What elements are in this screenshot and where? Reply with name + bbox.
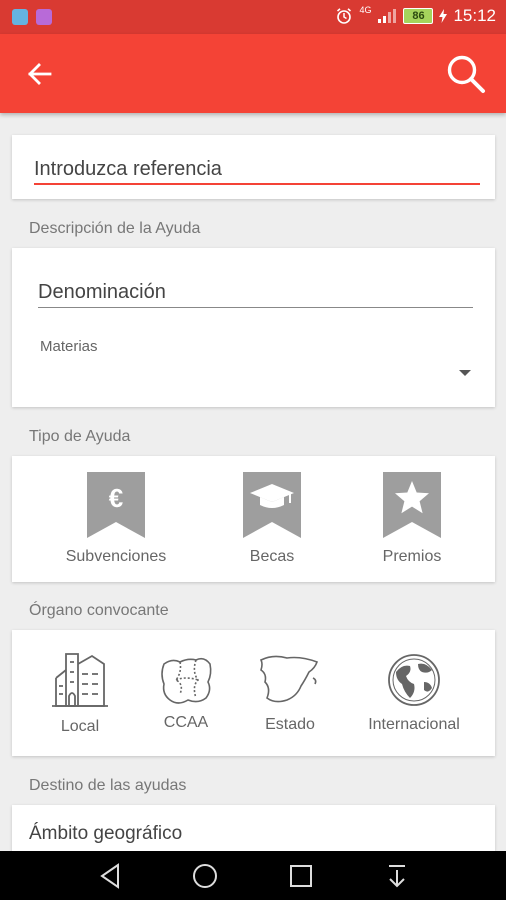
graduation-cap-bookmark-icon	[243, 472, 301, 538]
materias-label: Materias	[40, 338, 98, 355]
app-notification-icon	[12, 9, 28, 25]
materias-dropdown[interactable]	[38, 358, 473, 388]
dropdown-arrow-icon	[459, 370, 471, 376]
battery-icon: 86	[403, 8, 434, 24]
description-card: Materias	[12, 248, 495, 407]
ambito-geografico-label[interactable]: Ámbito geográfico	[29, 823, 182, 845]
regions-map-icon	[161, 657, 212, 704]
buildings-icon	[52, 653, 108, 707]
organo-option-local[interactable]: Local	[40, 650, 120, 736]
notification-icons	[12, 9, 52, 25]
denominacion-input[interactable]	[38, 278, 473, 308]
back-nav-icon[interactable]	[96, 861, 126, 891]
app-bar	[0, 34, 506, 113]
search-icon[interactable]	[444, 52, 488, 96]
status-icons: 4G 86 15:12	[335, 5, 496, 26]
euro-bookmark-icon: €	[87, 472, 145, 538]
star-bookmark-icon	[383, 472, 441, 538]
charging-icon	[439, 9, 448, 23]
clock: 15:12	[453, 6, 496, 25]
description-section-title: Descripción de la Ayuda	[29, 220, 201, 237]
arrow-left-icon[interactable]	[24, 58, 56, 90]
tipo-option-label: Premios	[382, 548, 442, 565]
home-nav-icon[interactable]	[190, 861, 220, 891]
organo-option-label: CCAA	[163, 714, 209, 731]
tipo-option-label: Becas	[249, 548, 295, 565]
organo-option-internacional[interactable]: Internacional	[356, 652, 472, 734]
organo-section-title: Órgano convocante	[29, 602, 169, 619]
tipo-option-premios[interactable]: Premios	[364, 472, 460, 566]
reference-input[interactable]	[34, 155, 480, 185]
notifications-pulldown-icon[interactable]	[382, 861, 412, 891]
network-type: 4G	[359, 5, 372, 15]
organo-option-label: Internacional	[368, 716, 460, 733]
globe-icon	[388, 654, 440, 706]
recents-nav-icon[interactable]	[286, 861, 316, 891]
svg-text:€: €	[109, 483, 123, 513]
system-nav-bar	[0, 851, 506, 900]
tipo-section-title: Tipo de Ayuda	[29, 428, 131, 445]
organo-option-label: Estado	[265, 716, 315, 733]
alarm-icon	[337, 8, 352, 24]
destino-card: Ámbito geográfico	[12, 805, 495, 851]
reference-card	[12, 135, 495, 199]
organo-option-estado[interactable]: Estado	[248, 652, 332, 734]
destino-section-title: Destino de las ayudas	[29, 777, 187, 794]
organo-option-label: Local	[60, 718, 100, 735]
spain-map-icon	[259, 655, 319, 703]
tipo-card: € Subvenciones Becas Premios	[12, 456, 495, 582]
organo-card: Local CCAA Estado Internacional	[12, 630, 495, 756]
tipo-option-subvenciones[interactable]: € Subvenciones	[58, 472, 174, 566]
organo-option-ccaa[interactable]: CCAA	[148, 654, 224, 732]
status-bar: 4G 86 15:12	[0, 0, 506, 34]
signal-icon	[378, 9, 397, 23]
app-notification-icon	[36, 9, 52, 25]
tipo-option-becas[interactable]: Becas	[224, 472, 320, 566]
tipo-option-label: Subvenciones	[65, 548, 167, 565]
